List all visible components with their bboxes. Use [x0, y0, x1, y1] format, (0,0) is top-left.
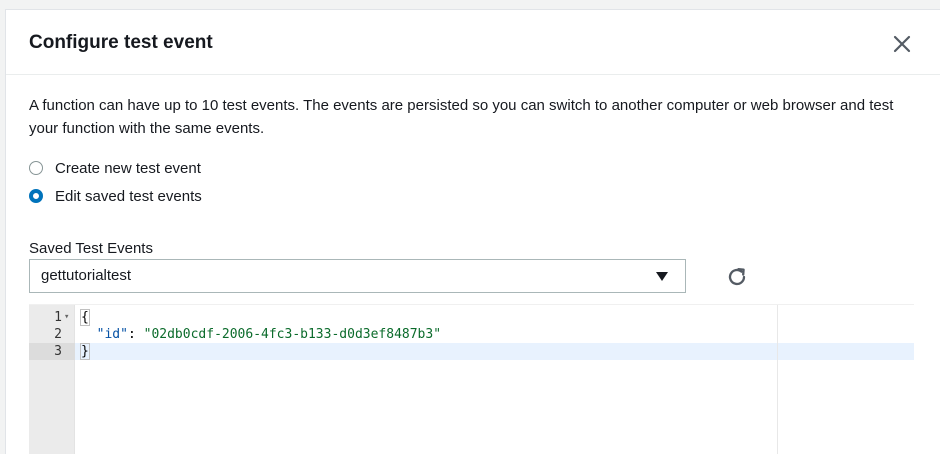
print-margin — [777, 305, 778, 454]
code-line-2: "id": "02db0cdf-2006-4fc3-b133-d0d3ef848… — [81, 326, 441, 343]
json-string-value: "02db0cdf-2006-4fc3-b133-d0d3ef8487b3" — [143, 327, 442, 342]
json-key: "id" — [96, 327, 128, 342]
fold-arrow-icon[interactable]: ▾ — [64, 309, 72, 326]
radio-create-new-test-event[interactable]: Create new test event — [29, 157, 201, 179]
code-line-1: { — [80, 309, 90, 326]
selected-event: gettutorialtest — [41, 267, 132, 284]
close-icon[interactable] — [890, 32, 914, 56]
code-line-3: } — [80, 343, 90, 360]
caret-down-icon — [656, 272, 668, 281]
radio-button-checked[interactable] — [29, 189, 43, 203]
radio-label: Edit saved test events — [55, 187, 202, 205]
modal-header: Configure test event — [6, 10, 940, 75]
modal-title: Configure test event — [29, 32, 213, 53]
active-line-highlight — [75, 343, 914, 360]
text-cursor — [88, 344, 90, 359]
open-brace: { — [80, 309, 90, 326]
refresh-icon[interactable] — [724, 264, 750, 290]
saved-test-events-label: Saved Test Events — [29, 240, 153, 257]
radio-label: Create new test event — [55, 159, 201, 177]
saved-test-events-select[interactable]: gettutorialtest — [29, 259, 686, 293]
radio-edit-saved-test-events[interactable]: Edit saved test events — [29, 185, 202, 207]
json-code-editor[interactable]: 1 ▾ 2 3 { "id": "02db0cdf-2006-4fc3-b133… — [29, 304, 914, 454]
line-number: 2 — [54, 327, 62, 342]
json-colon: : — [127, 327, 144, 342]
line-number: 1 — [54, 310, 62, 325]
modal-description: A function can have up to 10 test events… — [29, 97, 894, 137]
radio-button[interactable] — [29, 161, 43, 175]
close-brace: } — [80, 343, 90, 360]
configure-test-event-modal: Configure test event A function can have… — [5, 9, 940, 454]
line-number: 3 — [54, 344, 62, 359]
